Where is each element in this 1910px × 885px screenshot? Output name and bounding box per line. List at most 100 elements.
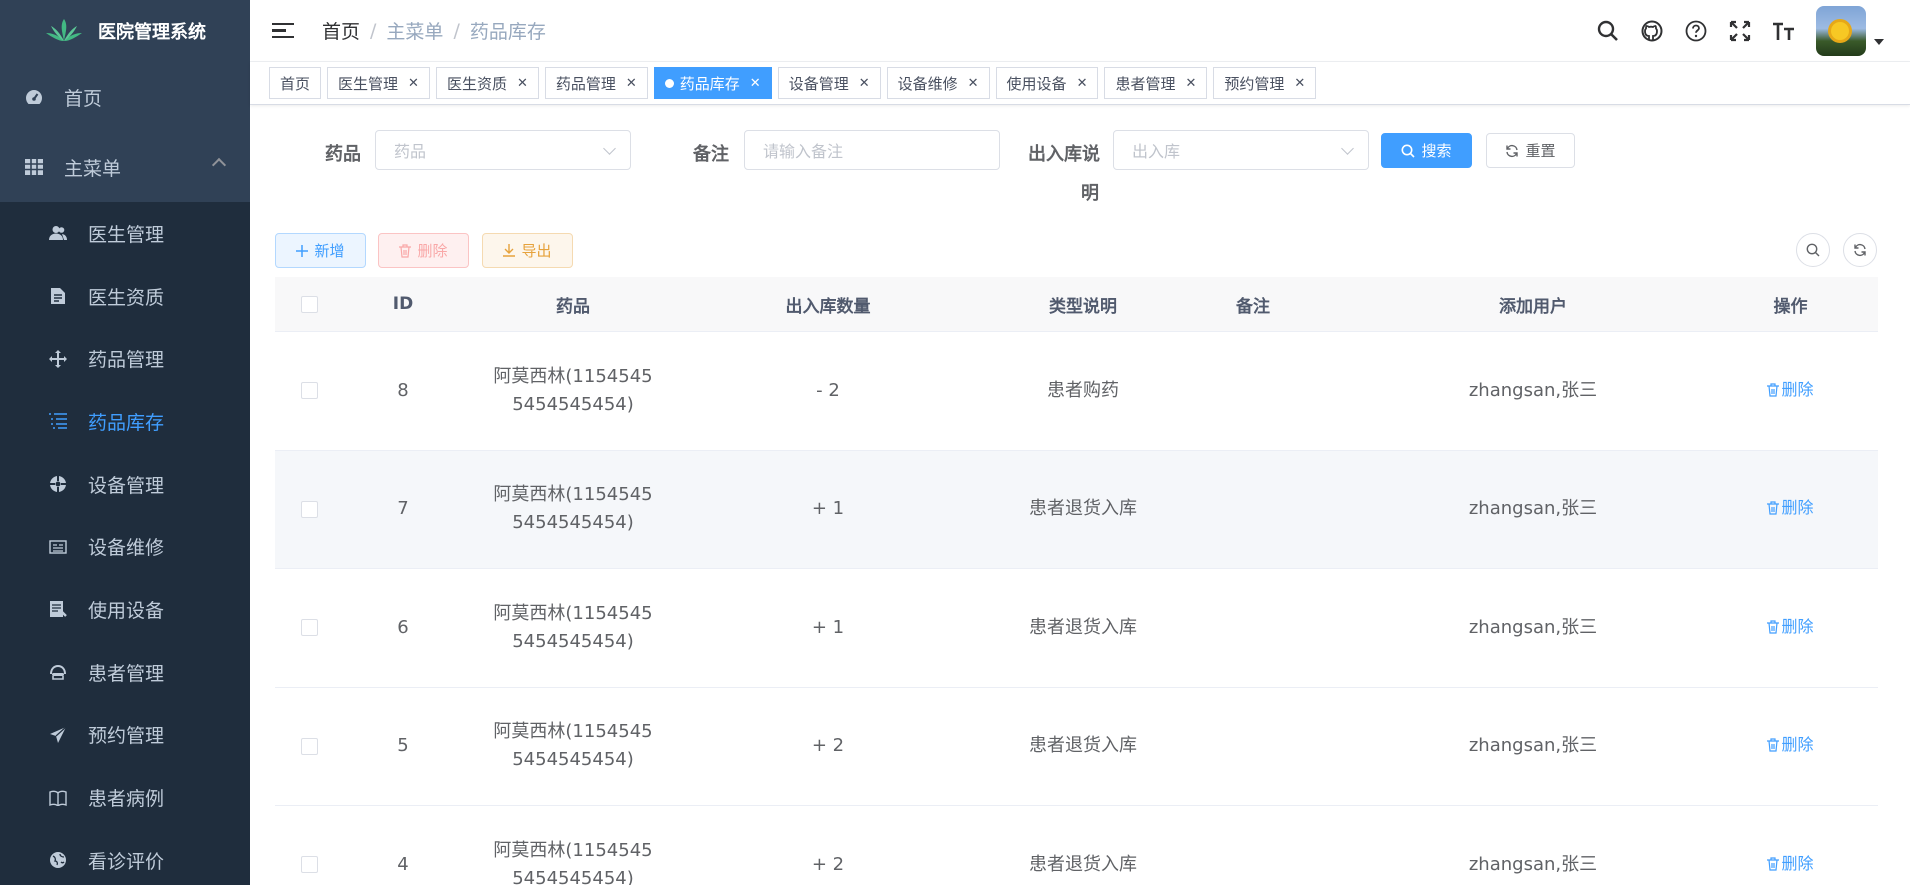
delete-button[interactable]: 删除 xyxy=(378,233,469,268)
row-delete-link[interactable]: 删除 xyxy=(1767,376,1814,404)
table-row[interactable]: 6 阿莫西林(1154545 5454545454) + 1 患者退货入库 zhangsa… xyxy=(275,569,1878,688)
tag-doctor-management[interactable]: 医生管理 ✕ xyxy=(327,67,430,99)
sidebar-item-consultation-review[interactable]: 看诊评价 xyxy=(0,829,250,885)
row-checkbox[interactable] xyxy=(300,619,318,637)
row-delete-link[interactable]: 删除 xyxy=(1767,731,1814,759)
column-header-remark[interactable]: 备注 xyxy=(1143,292,1363,317)
close-icon[interactable]: ✕ xyxy=(626,76,637,91)
search-button[interactable]: 搜索 xyxy=(1381,133,1472,168)
export-button[interactable]: 导出 xyxy=(482,233,573,268)
tag-drug-inventory[interactable]: 药品库存 ✕ xyxy=(653,67,772,99)
tag-drug-management[interactable]: 药品管理 ✕ xyxy=(544,67,648,99)
sidebar-item-drug-management[interactable]: 药品管理 xyxy=(0,327,250,390)
table-row[interactable]: 5 阿莫西林(1154545 5454545454) + 2 患者退货入库 zhangsa… xyxy=(275,688,1878,806)
table-row[interactable]: 4 阿莫西林(1154545 5454545454) + 2 患者退货入库 zhangsa… xyxy=(275,806,1878,885)
close-icon[interactable]: ✕ xyxy=(1294,76,1305,91)
tag-patient-management[interactable]: 患者管理 ✕ xyxy=(1104,67,1208,99)
column-header-id[interactable]: ID xyxy=(343,294,463,314)
sidebar-item-equipment-management[interactable]: 设备管理 xyxy=(0,453,250,516)
sidebar-item-equipment-repair[interactable]: 设备维修 xyxy=(0,515,250,578)
close-icon[interactable]: ✕ xyxy=(408,76,419,91)
tag-home[interactable]: 首页 xyxy=(269,67,322,99)
tag-doctor-qualification[interactable]: 医生资质 ✕ xyxy=(435,67,539,99)
peoples-icon xyxy=(48,223,68,243)
column-header-type[interactable]: 类型说明 xyxy=(1023,292,1143,317)
column-header-drug[interactable]: 药品 xyxy=(463,292,683,317)
tag-equipment-management[interactable]: 设备管理 ✕ xyxy=(777,67,881,99)
sidebar-item-patient-management[interactable]: 患者管理 xyxy=(0,641,250,704)
close-icon[interactable]: ✕ xyxy=(859,76,870,91)
sidebar-item-appointment-management[interactable]: 预约管理 xyxy=(0,704,250,767)
github-icon[interactable] xyxy=(1640,19,1664,43)
breadcrumb-home[interactable]: 首页 xyxy=(322,17,360,44)
tag-use-equipment[interactable]: 使用设备 ✕ xyxy=(995,67,1099,99)
select-all-checkbox[interactable] xyxy=(300,295,318,313)
cell-drug-line-1: 阿莫西林(1154545 xyxy=(493,721,653,743)
row-delete-link[interactable]: 删除 xyxy=(1767,850,1814,878)
inventory-table: ID 药品 出入库数量 类型说明 备注 添加用户 操作 8 阿莫西林(115454… xyxy=(275,277,1878,885)
sidebar-item-patient-cases[interactable]: 患者病例 xyxy=(0,766,250,829)
sidebar-item-doctor-qualification[interactable]: 医生资质 xyxy=(0,265,250,328)
breadcrumb: 首页 / 主菜单 / 药品库存 xyxy=(322,17,546,44)
cell-type: 患者退货入库 xyxy=(1029,735,1137,757)
cell-drug: 阿莫西林(1154545 5454545454) xyxy=(463,600,683,656)
add-button[interactable]: 新增 xyxy=(275,233,366,268)
sidebar-item-main-menu[interactable]: 主菜单 xyxy=(0,132,250,202)
remark-input[interactable]: 请输入备注 xyxy=(744,130,1000,170)
caret-down-icon[interactable] xyxy=(1874,39,1884,45)
component-icon xyxy=(48,474,68,494)
sidebar-item-label: 患者病例 xyxy=(88,788,165,811)
cell-user: zhangsan,张三 xyxy=(1468,853,1598,875)
cell-type: 患者退货入库 xyxy=(1029,616,1137,638)
row-checkbox[interactable] xyxy=(300,737,318,755)
logo[interactable]: 医院管理系统 xyxy=(0,0,250,62)
sidebar-item-home[interactable]: 首页 xyxy=(0,62,250,132)
cell-drug-line-2: 5454545454) xyxy=(512,867,634,885)
cell-type: 患者退货入库 xyxy=(1029,853,1137,875)
inout-select[interactable]: 出入库 xyxy=(1113,130,1369,170)
sidebar-item-doctor-management[interactable]: 医生管理 xyxy=(0,202,250,265)
fullscreen-icon[interactable] xyxy=(1728,19,1752,43)
sidebar-item-drug-inventory[interactable]: 药品库存 xyxy=(0,390,250,453)
column-header-quantity[interactable]: 出入库数量 xyxy=(683,292,973,317)
search-icon[interactable] xyxy=(1596,19,1620,43)
row-checkbox[interactable] xyxy=(300,856,318,874)
sidebar-item-label: 医生管理 xyxy=(88,223,165,246)
cell-drug: 阿莫西林(1154545 5454545454) xyxy=(463,837,683,885)
table-row[interactable]: 8 阿莫西林(1154545 5454545454) - 2 患者购药 zhangsan,… xyxy=(275,332,1878,451)
sidebar-item-label: 设备管理 xyxy=(88,474,165,497)
row-select-cell xyxy=(275,737,343,755)
toggle-search-button[interactable] xyxy=(1796,233,1830,267)
trash-icon xyxy=(399,243,412,258)
close-icon[interactable]: ✕ xyxy=(1185,76,1196,91)
row-select-cell xyxy=(275,619,343,637)
tag-appointment-management[interactable]: 预约管理 ✕ xyxy=(1213,67,1317,99)
refresh-button[interactable] xyxy=(1843,233,1877,267)
close-icon[interactable]: ✕ xyxy=(517,76,528,91)
drug-select[interactable]: 药品 xyxy=(375,130,631,170)
cell-id: 7 xyxy=(397,498,409,520)
row-delete-link[interactable]: 删除 xyxy=(1767,613,1814,641)
close-icon[interactable]: ✕ xyxy=(968,76,979,91)
cell-actions: 删除 xyxy=(1703,731,1878,761)
hamburger-icon[interactable] xyxy=(272,22,294,39)
cell-drug: 阿莫西林(1154545 5454545454) xyxy=(463,363,683,419)
font-size-icon[interactable] xyxy=(1772,19,1796,43)
column-header-user[interactable]: 添加用户 xyxy=(1363,292,1703,317)
submenu: 医生管理 医生资质 药品管理 药品库存 设备管理 设备维修 使用设备 患者管理 xyxy=(0,202,250,885)
select-all-cell xyxy=(275,295,343,313)
document-icon xyxy=(48,286,68,306)
tag-equipment-repair[interactable]: 设备维修 ✕ xyxy=(886,67,990,99)
table-icon xyxy=(24,157,44,177)
row-checkbox[interactable] xyxy=(300,500,318,518)
avatar[interactable] xyxy=(1816,6,1866,56)
close-icon[interactable]: ✕ xyxy=(1077,76,1088,91)
row-delete-link[interactable]: 删除 xyxy=(1767,494,1814,522)
reset-button[interactable]: 重置 xyxy=(1486,133,1575,168)
sidebar-item-use-equipment[interactable]: 使用设备 xyxy=(0,578,250,641)
close-icon[interactable]: ✕ xyxy=(750,76,761,91)
sidebar-item-label: 看诊评价 xyxy=(88,850,165,873)
row-checkbox[interactable] xyxy=(300,382,318,400)
table-row[interactable]: 7 阿莫西林(1154545 5454545454) + 1 患者退货入库 zhangsa… xyxy=(275,450,1878,569)
question-icon[interactable] xyxy=(1684,19,1708,43)
